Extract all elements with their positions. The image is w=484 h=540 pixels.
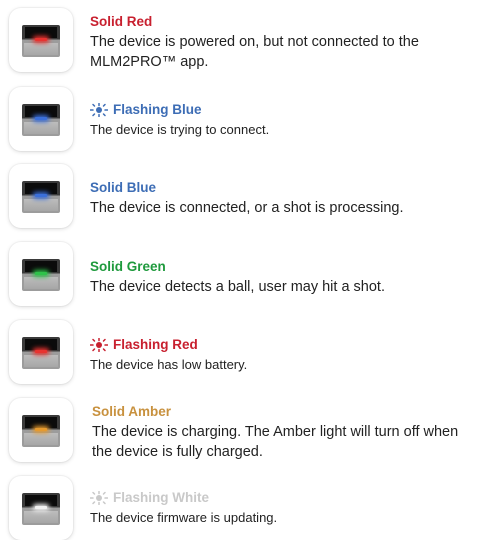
status-led	[35, 194, 47, 197]
status-led	[35, 428, 47, 431]
status-description: The device is charging. The Amber light …	[92, 424, 459, 460]
device-image-card	[9, 398, 73, 462]
status-title-text: Flashing Red	[113, 337, 198, 352]
status-title-text: Solid Red	[90, 14, 153, 29]
status-led	[35, 117, 47, 120]
status-description: The device is trying to connect.	[90, 122, 270, 137]
status-description: The device firmware is updating.	[90, 510, 278, 525]
status-title: Solid Blue	[90, 180, 480, 196]
device-image-card	[9, 8, 73, 72]
device-image-card	[9, 164, 73, 228]
device-image-card	[9, 476, 73, 540]
status-led	[35, 350, 47, 353]
flashing-light-icon	[90, 338, 108, 352]
device-image	[22, 104, 60, 136]
status-description: The device is connected, or a shot is pr…	[90, 200, 404, 216]
status-title: Flashing Blue	[90, 102, 480, 118]
device-image	[22, 493, 60, 525]
status-led	[35, 38, 47, 41]
status-title: Flashing Red	[90, 337, 480, 353]
flashing-light-icon	[90, 103, 108, 117]
status-title-text: Solid Green	[90, 259, 166, 274]
device-image	[22, 25, 60, 57]
flashing-light-icon	[90, 491, 108, 505]
device-image	[22, 415, 60, 447]
status-description: The device has low battery.	[90, 357, 248, 372]
status-title: Solid Red	[90, 14, 480, 30]
status-title-text: Flashing Blue	[113, 102, 202, 117]
device-image-card	[9, 242, 73, 306]
status-title: Flashing White	[90, 490, 480, 506]
status-title: Solid Amber	[92, 404, 480, 420]
device-image	[22, 337, 60, 369]
status-led	[35, 272, 47, 275]
status-title-text: Solid Amber	[92, 404, 172, 419]
status-description: The device detects a ball, user may hit …	[90, 279, 385, 295]
status-description: The device is powered on, but not connec…	[90, 34, 419, 70]
status-title: Solid Green	[90, 259, 480, 275]
device-image	[22, 181, 60, 213]
device-image-card	[9, 320, 73, 384]
device-image-card	[9, 87, 73, 151]
device-image	[22, 259, 60, 291]
status-title-text: Flashing White	[113, 490, 209, 505]
status-led	[35, 506, 47, 509]
status-title-text: Solid Blue	[90, 180, 157, 195]
